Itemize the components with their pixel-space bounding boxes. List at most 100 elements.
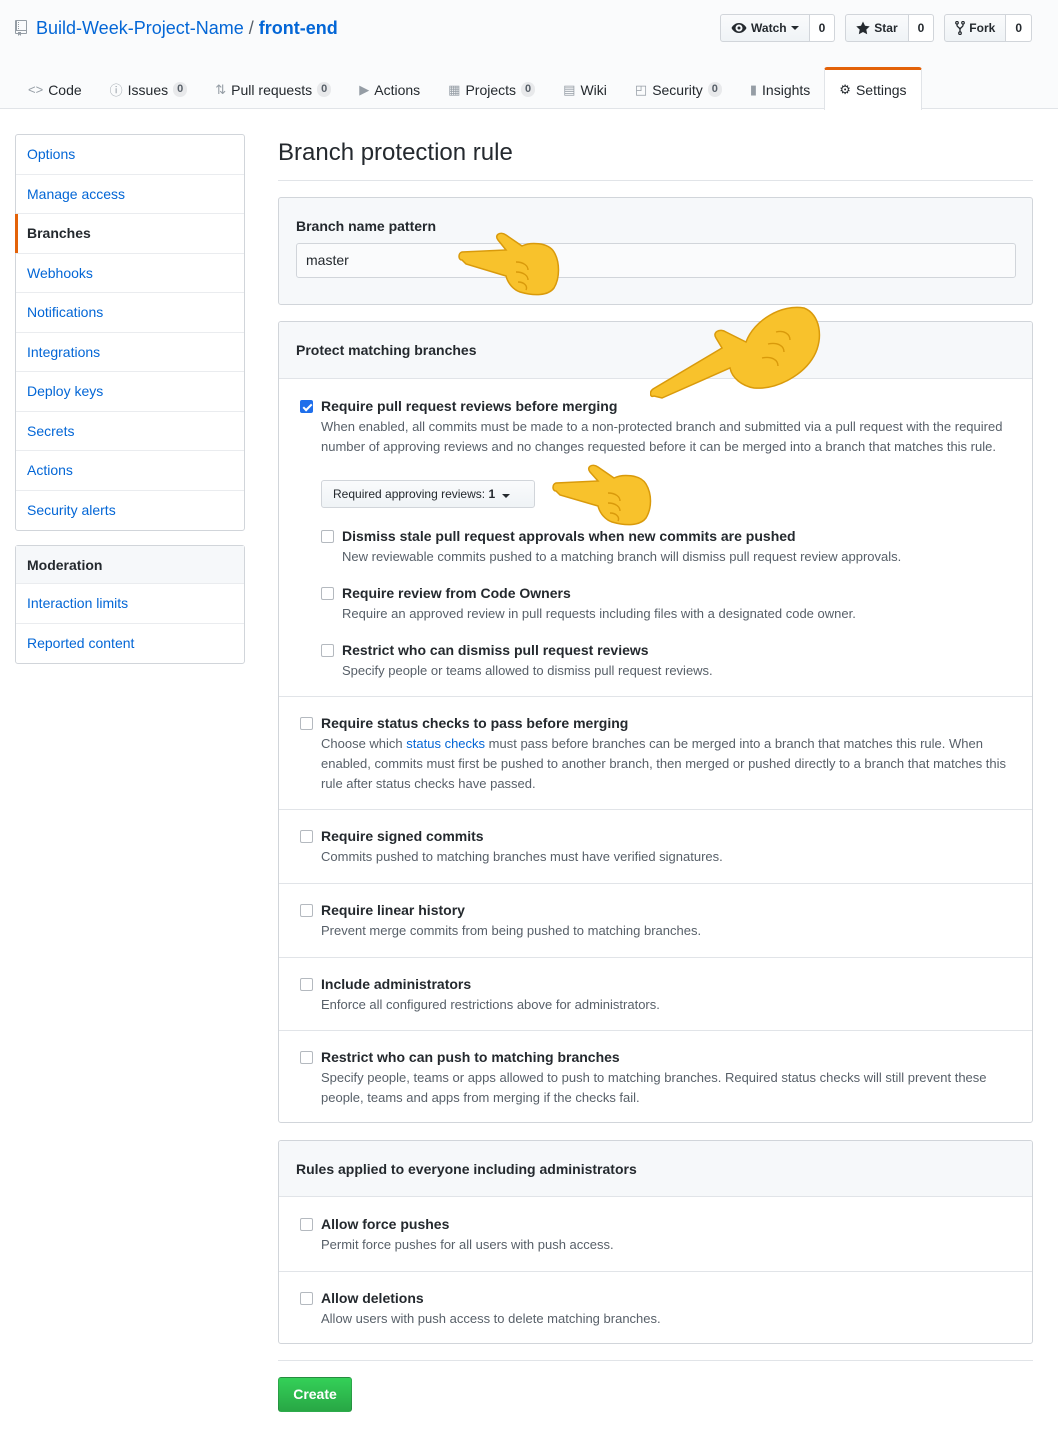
- option-row-admins: Include administrators Enforce all confi…: [279, 957, 1032, 1031]
- chevron-down-icon: [502, 494, 511, 498]
- sidebar-item-reported-content[interactable]: Reported content: [16, 624, 244, 664]
- tab-pull-requests-label: Pull requests: [231, 81, 313, 98]
- restrict-dismiss-title: Restrict who can dismiss pull request re…: [342, 642, 649, 658]
- option-row-reviews: Require pull request reviews before merg…: [279, 379, 1032, 696]
- tab-actions[interactable]: ▶ Actions: [345, 67, 434, 109]
- sidebar-item-webhooks[interactable]: Webhooks: [16, 254, 244, 293]
- code-icon: <>: [28, 82, 44, 97]
- deletions-checkbox[interactable]: [300, 1292, 313, 1305]
- status-checks-checkbox[interactable]: [300, 717, 313, 730]
- watch-label: Watch: [751, 21, 787, 35]
- sidebar-item-interaction-limits[interactable]: Interaction limits: [16, 584, 244, 624]
- dismiss-stale-checkbox[interactable]: [321, 530, 334, 543]
- repo-owner-link[interactable]: Build-Week-Project-Name: [36, 16, 244, 40]
- main-content: Branch protection rule Branch name patte…: [278, 134, 1033, 1412]
- watch-button[interactable]: Watch: [720, 14, 810, 42]
- status-checks-desc: Choose which status checks must pass bef…: [321, 734, 1021, 794]
- option-row-deletions: Allow deletions Allow users with push ac…: [279, 1271, 1032, 1343]
- sidebar-item-options[interactable]: Options: [16, 135, 244, 175]
- signed-commits-title: Require signed commits: [321, 828, 484, 844]
- pull-request-icon: ⇅: [215, 81, 227, 97]
- projects-counter: 0: [521, 82, 536, 97]
- signed-commits-desc: Commits pushed to matching branches must…: [321, 849, 723, 864]
- repo-icon: [15, 20, 27, 36]
- watch-group: Watch 0: [720, 14, 836, 42]
- signed-commits-checkbox[interactable]: [300, 830, 313, 843]
- approving-reviews-value: 1: [488, 487, 496, 501]
- star-label: Star: [874, 21, 898, 35]
- status-checks-desc-before: Choose which: [321, 736, 407, 751]
- branch-pattern-box: Branch name pattern master: [278, 197, 1033, 305]
- repo-title: Build-Week-Project-Name / front-end: [14, 16, 338, 40]
- sidebar-item-secrets[interactable]: Secrets: [16, 412, 244, 451]
- sidebar-item-integrations[interactable]: Integrations: [16, 333, 244, 372]
- include-admins-title: Include administrators: [321, 976, 472, 992]
- include-admins-checkbox[interactable]: [300, 978, 313, 991]
- page-title: Branch protection rule: [278, 139, 513, 166]
- require-reviews-checkbox[interactable]: [300, 400, 313, 413]
- sidebar-item-manage-access[interactable]: Manage access: [16, 175, 244, 214]
- tab-insights-label: Insights: [762, 81, 811, 98]
- branch-pattern-input[interactable]: master: [296, 243, 1016, 278]
- tab-issues[interactable]: ⓘ Issues 0: [96, 67, 202, 109]
- graph-icon: ▮: [749, 81, 758, 97]
- star-icon: [856, 21, 870, 35]
- fork-button[interactable]: Fork: [944, 14, 1007, 42]
- gear-icon: ⚙: [839, 82, 851, 97]
- code-owners-checkbox[interactable]: [321, 587, 334, 600]
- approving-reviews-label: Required approving reviews:: [333, 487, 486, 501]
- tab-settings[interactable]: ⚙ Settings: [824, 67, 922, 110]
- tab-security-label: Security: [652, 81, 703, 98]
- tab-projects-label: Projects: [465, 81, 517, 98]
- restrict-dismiss-desc: Specify people or teams allowed to dismi…: [342, 663, 713, 678]
- issue-icon: ⓘ: [109, 83, 123, 98]
- restrict-dismiss-checkbox[interactable]: [321, 644, 334, 657]
- fork-count[interactable]: 0: [1006, 14, 1032, 42]
- settings-menu: Options Manage access Branches Webhooks …: [15, 134, 245, 531]
- repo-name-link[interactable]: front-end: [259, 16, 338, 40]
- create-button[interactable]: Create: [278, 1377, 352, 1412]
- sidebar-item-actions[interactable]: Actions: [16, 451, 244, 491]
- restrict-push-checkbox[interactable]: [300, 1051, 313, 1064]
- deletions-title: Allow deletions: [321, 1290, 424, 1306]
- issues-counter: 0: [173, 82, 188, 97]
- eye-icon: [731, 23, 747, 33]
- sidebar-item-notifications[interactable]: Notifications: [16, 293, 244, 333]
- tab-actions-label: Actions: [374, 81, 421, 98]
- sidebar-item-branches[interactable]: Branches: [15, 214, 244, 254]
- fork-icon: [955, 21, 966, 35]
- shield-icon: ◰: [634, 81, 648, 97]
- code-owners-title: Require review from Code Owners: [342, 585, 571, 601]
- tab-wiki[interactable]: ▤ Wiki: [549, 67, 621, 109]
- sidebar-item-deploy-keys[interactable]: Deploy keys: [16, 372, 244, 412]
- force-push-checkbox[interactable]: [300, 1218, 313, 1231]
- pointing-hand-icon: [552, 464, 652, 526]
- status-checks-link[interactable]: status checks: [406, 736, 485, 751]
- tab-projects[interactable]: ▦ Projects 0: [434, 67, 549, 109]
- restrict-push-desc: Specify people, teams or apps allowed to…: [321, 1070, 987, 1105]
- tab-code[interactable]: <> Code: [14, 67, 96, 109]
- tab-pull-requests[interactable]: ⇅ Pull requests 0: [201, 67, 345, 109]
- option-row-status-checks: Require status checks to pass before mer…: [279, 696, 1032, 809]
- sidebar-item-security-alerts[interactable]: Security alerts: [16, 491, 244, 531]
- subhead: Branch protection rule: [278, 134, 1033, 181]
- star-group: Star 0: [845, 14, 935, 42]
- option-row-signed: Require signed commits Commits pushed to…: [279, 809, 1032, 883]
- repo-actions: Watch 0 Star 0 Fork 0: [710, 14, 1032, 42]
- tab-issues-label: Issues: [127, 81, 169, 98]
- tab-security[interactable]: ◰ Security 0: [621, 67, 736, 109]
- force-push-title: Allow force pushes: [321, 1216, 450, 1232]
- tab-insights[interactable]: ▮ Insights: [736, 67, 824, 109]
- approving-reviews-select[interactable]: Required approving reviews: 1: [321, 480, 535, 508]
- star-count[interactable]: 0: [908, 14, 935, 42]
- watch-count[interactable]: 0: [809, 14, 836, 42]
- project-icon: ▦: [448, 81, 461, 97]
- security-counter: 0: [707, 82, 722, 97]
- restrict-push-title: Restrict who can push to matching branch…: [321, 1049, 620, 1065]
- book-icon: ▤: [563, 81, 576, 97]
- star-button[interactable]: Star: [845, 14, 909, 42]
- status-checks-title: Require status checks to pass before mer…: [321, 715, 629, 731]
- pointing-hand-icon: [458, 232, 560, 296]
- pulls-counter: 0: [317, 82, 332, 97]
- linear-history-checkbox[interactable]: [300, 904, 313, 917]
